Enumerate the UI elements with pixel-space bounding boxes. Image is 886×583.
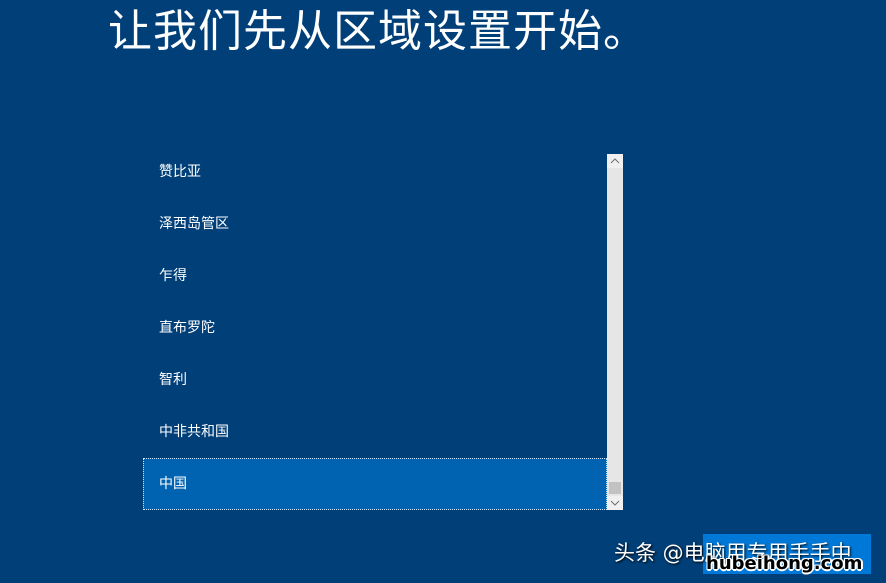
chevron-up-icon: [610, 158, 620, 164]
page-title: 让我们先从区域设置开始。: [108, 6, 648, 57]
list-item-chad[interactable]: 乍得: [143, 250, 607, 302]
watermark-url: hubeihong.com: [706, 553, 863, 574]
region-list[interactable]: 赞比亚 泽西岛管区 乍得 直布罗陀 智利 中非共和国 中国: [143, 146, 607, 510]
list-scrollbar[interactable]: [607, 154, 623, 510]
list-item-jersey[interactable]: 泽西岛管区: [143, 198, 607, 250]
list-item-central-african-republic[interactable]: 中非共和国: [143, 406, 607, 458]
scroll-up-arrow-icon[interactable]: [607, 154, 623, 168]
list-item-china-selected[interactable]: 中国: [143, 458, 607, 510]
list-item-gibraltar[interactable]: 直布罗陀: [143, 302, 607, 354]
list-item-chile[interactable]: 智利: [143, 354, 607, 406]
chevron-down-icon: [610, 500, 620, 506]
scroll-thumb[interactable]: [609, 482, 621, 494]
scroll-down-arrow-icon[interactable]: [607, 496, 623, 510]
list-item-zambia[interactable]: 赞比亚: [143, 146, 607, 198]
